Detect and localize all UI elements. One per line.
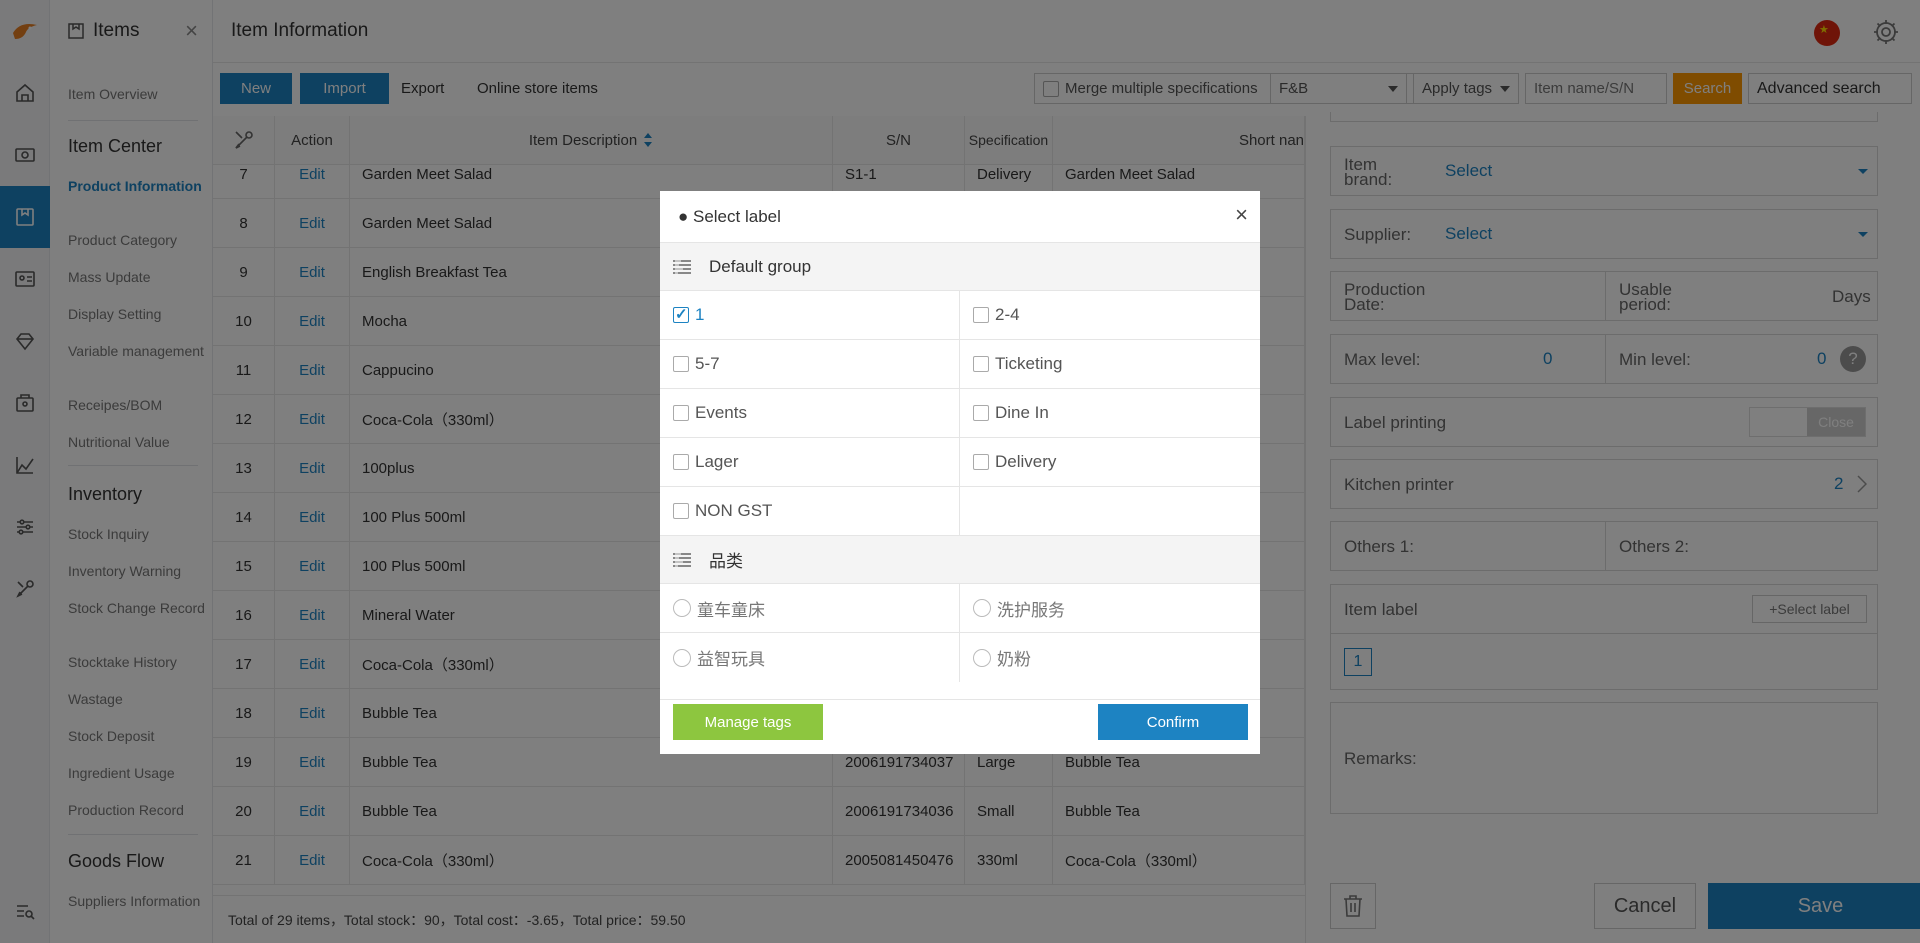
label-option-text: 奶粉: [997, 650, 1031, 669]
manage-tags-button[interactable]: Manage tags: [673, 704, 823, 740]
label-option-text: Lager: [695, 452, 739, 471]
dialog-title: ● Select label: [660, 191, 1260, 243]
select-label-dialog: ● Select label × Default group 1 2-4 5-7…: [660, 191, 1260, 754]
group-default-name: Default group: [709, 256, 812, 276]
column-divider: [959, 291, 960, 536]
label-option-text: 2-4: [995, 305, 1020, 324]
label-option[interactable]: 5-7: [660, 340, 960, 389]
label-option-text: 益智玩具: [697, 650, 765, 669]
label-option-text: 童车童床: [697, 600, 765, 620]
label-option[interactable]: 1: [660, 291, 960, 340]
label-option-text: 5-7: [695, 354, 720, 373]
group-default: Default group: [660, 243, 1260, 291]
close-icon[interactable]: ×: [1235, 204, 1248, 226]
radio[interactable]: [973, 648, 991, 667]
dialog-footer-divider: [660, 699, 1260, 700]
label-option[interactable]: 童车童床: [660, 584, 960, 633]
empty-cell: [960, 487, 1260, 536]
label-option[interactable]: Ticketing: [960, 340, 1260, 389]
checkbox[interactable]: [973, 356, 989, 372]
label-option[interactable]: 洗护服务: [960, 584, 1260, 633]
column-divider: [959, 584, 960, 682]
checkbox-checked[interactable]: [673, 305, 689, 323]
label-option-text: Events: [695, 403, 747, 422]
label-option[interactable]: Delivery: [960, 438, 1260, 487]
group-category: 品类: [660, 536, 1260, 584]
checkbox[interactable]: [673, 503, 689, 519]
group-list-icon: [673, 259, 691, 274]
checkbox[interactable]: [673, 356, 689, 372]
label-option[interactable]: 2-4: [960, 291, 1260, 340]
label-option[interactable]: 益智玩具: [660, 633, 960, 682]
label-option-text: Ticketing: [995, 354, 1063, 373]
label-option[interactable]: 奶粉: [960, 633, 1260, 682]
checkbox[interactable]: [673, 454, 689, 470]
radio[interactable]: [673, 599, 691, 617]
group-list-icon: [673, 552, 691, 567]
checkbox[interactable]: [973, 405, 989, 421]
checkbox[interactable]: [973, 454, 989, 470]
label-option[interactable]: Events: [660, 389, 960, 438]
confirm-button[interactable]: Confirm: [1098, 704, 1248, 740]
label-option[interactable]: Dine In: [960, 389, 1260, 438]
label-option[interactable]: Lager: [660, 438, 960, 487]
checkbox[interactable]: [673, 405, 689, 421]
label-option-text: 洗护服务: [997, 600, 1065, 620]
label-option[interactable]: NON GST: [660, 487, 960, 536]
checkbox[interactable]: [973, 307, 989, 323]
radio[interactable]: [973, 599, 991, 617]
label-option-text: Dine In: [995, 403, 1049, 422]
label-option-text: 1: [695, 305, 705, 324]
label-option-text: Delivery: [995, 452, 1057, 471]
label-option-text: NON GST: [695, 501, 773, 520]
group-category-name: 品类: [709, 552, 743, 571]
radio[interactable]: [673, 648, 691, 667]
